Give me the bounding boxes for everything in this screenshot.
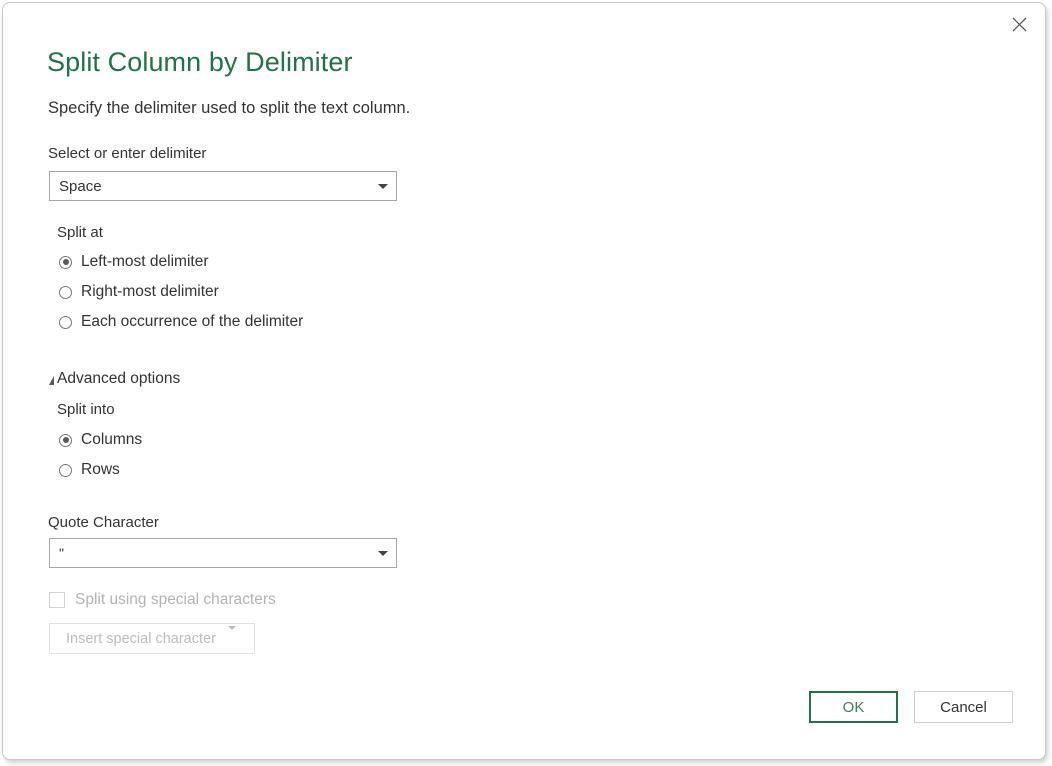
- radio-indicator: [59, 316, 72, 329]
- radio-split-into-columns[interactable]: Columns: [59, 431, 142, 449]
- cancel-button[interactable]: Cancel: [914, 691, 1013, 723]
- radio-label: Each occurrence of the delimiter: [81, 313, 303, 331]
- radio-label: Columns: [81, 431, 142, 449]
- delimiter-combobox[interactable]: Space: [49, 171, 397, 201]
- quote-character-label: Quote Character: [48, 514, 159, 531]
- dialog-subtitle: Specify the delimiter used to split the …: [48, 99, 410, 118]
- quote-character-combobox[interactable]: ": [49, 538, 397, 568]
- radio-indicator: [59, 464, 72, 477]
- advanced-options-label: Advanced options: [57, 370, 180, 388]
- radio-indicator: [59, 286, 72, 299]
- close-icon: [1012, 17, 1027, 32]
- radio-indicator: [59, 256, 72, 269]
- delimiter-label: Select or enter delimiter: [48, 145, 206, 162]
- chevron-down-icon: [370, 184, 396, 189]
- radio-label: Left-most delimiter: [81, 253, 208, 271]
- split-at-label: Split at: [57, 224, 103, 241]
- radio-right-most-delimiter[interactable]: Right-most delimiter: [59, 283, 219, 301]
- chevron-down-icon: [228, 630, 236, 648]
- split-using-special-characters-checkbox: Split using special characters: [49, 591, 276, 609]
- radio-left-most-delimiter[interactable]: Left-most delimiter: [59, 253, 208, 271]
- insert-special-character-label: Insert special character: [66, 631, 216, 647]
- checkbox-label: Split using special characters: [75, 591, 276, 609]
- radio-indicator: [59, 434, 72, 447]
- chevron-down-icon: [370, 551, 396, 556]
- ok-button[interactable]: OK: [809, 691, 898, 723]
- radio-each-occurrence-of-the-delimiter[interactable]: Each occurrence of the delimiter: [59, 313, 303, 331]
- radio-label: Rows: [81, 461, 120, 479]
- close-button[interactable]: [999, 7, 1039, 41]
- insert-special-character-button: Insert special character: [49, 623, 255, 654]
- radio-label: Right-most delimiter: [81, 283, 219, 301]
- quote-character-value: ": [50, 545, 370, 561]
- checkbox-indicator: [49, 592, 65, 608]
- radio-split-into-rows[interactable]: Rows: [59, 461, 120, 479]
- split-into-label: Split into: [57, 401, 115, 418]
- advanced-options-toggle[interactable]: Advanced options: [49, 370, 180, 388]
- triangle-expanded-icon: [49, 376, 54, 385]
- split-column-by-delimiter-dialog: Split Column by Delimiter Specify the de…: [2, 2, 1046, 760]
- delimiter-value: Space: [50, 178, 370, 195]
- dialog-title: Split Column by Delimiter: [47, 47, 353, 78]
